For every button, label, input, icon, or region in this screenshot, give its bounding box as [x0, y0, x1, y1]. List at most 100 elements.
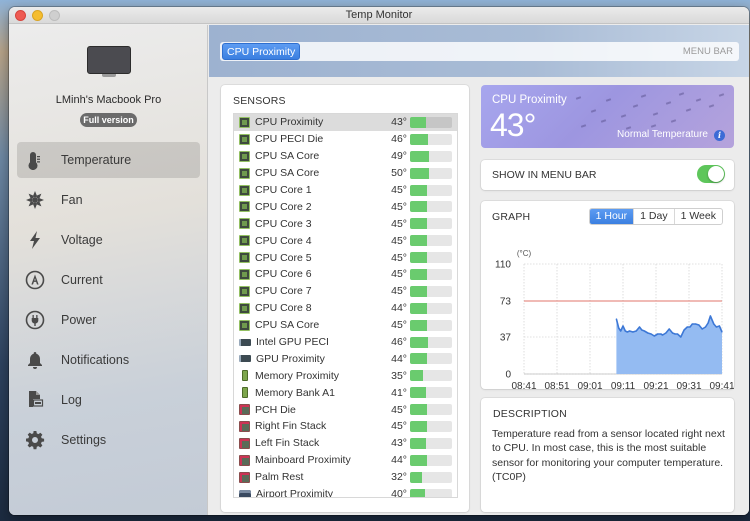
cpu-sensor-icon [239, 133, 250, 145]
data-point [653, 335, 655, 337]
device-name: LMinh's Macbook Pro [55, 94, 162, 106]
sensor-name: Left Fin Stack [255, 437, 320, 450]
sensor-name: CPU Proximity [255, 116, 324, 129]
sensor-value: 46° [391, 336, 407, 349]
sensor-row[interactable]: Mainboard Proximity 44° [234, 452, 457, 469]
menubar-token-field[interactable]: CPU Proximity MENU BAR [220, 42, 739, 61]
sensor-level-fill [410, 404, 428, 416]
bird-decoration [650, 124, 657, 128]
sensor-value: 45° [391, 319, 407, 332]
sensor-row[interactable]: CPU Core 1 45° [234, 182, 457, 199]
sidebar-item-current[interactable]: Current [17, 262, 200, 298]
data-point [668, 328, 670, 330]
sensor-row[interactable]: CPU Core 8 44° [234, 300, 457, 317]
sensor-name: Memory Bank A1 [255, 386, 335, 399]
sensor-value: 45° [391, 217, 407, 230]
data-point [707, 322, 709, 324]
menubar-label: MENU BAR [682, 46, 733, 57]
sensor-row[interactable]: CPU Core 3 45° [234, 215, 457, 232]
sensor-row[interactable]: CPU Core 4 45° [234, 232, 457, 249]
sensor-row[interactable]: CPU Core 6 45° [234, 266, 457, 283]
data-point [632, 331, 634, 333]
sensor-row[interactable]: Right Fin Stack 45° [234, 418, 457, 435]
ampere-icon [24, 269, 46, 291]
sidebar-item-temperature[interactable]: Temperature [17, 142, 200, 178]
sensor-value: 45° [391, 200, 407, 213]
show-in-menubar-toggle[interactable] [697, 165, 725, 183]
sensor-level-bar [410, 218, 452, 230]
sensor-name: Intel GPU PECI [256, 336, 329, 349]
sensor-value: 45° [391, 251, 407, 264]
sensor-row[interactable]: Intel GPU PECI 46° [234, 334, 457, 351]
sensor-level-bar [410, 150, 452, 162]
sensor-level-bar [410, 488, 452, 497]
sensor-level-fill [410, 420, 428, 432]
info-icon[interactable]: i [714, 130, 725, 141]
sensor-level-bar [410, 133, 452, 145]
cpu-sensor-icon [239, 116, 250, 128]
bird-decoration [575, 96, 582, 100]
minimize-button[interactable] [32, 10, 43, 21]
cpu-sensor-icon [239, 252, 250, 264]
sidebar-item-power[interactable]: Power [17, 302, 200, 338]
sensor-row[interactable]: CPU SA Core 45° [234, 317, 457, 334]
data-point [718, 325, 720, 327]
show-in-menubar-card: SHOW IN MENU BAR [481, 160, 734, 190]
sensor-name: Memory Proximity [255, 369, 340, 382]
data-point [650, 333, 652, 335]
sidebar-item-settings[interactable]: Settings [17, 422, 200, 458]
sensor-row[interactable]: GPU Proximity 44° [234, 350, 457, 367]
main-content: CPU Proximity MENU BAR SENSORS CPU Proxi… [209, 25, 749, 515]
sensor-name: CPU Core 3 [255, 217, 312, 230]
sensor-row[interactable]: CPU Proximity 43° [234, 114, 457, 131]
sensor-row[interactable]: Left Fin Stack 43° [234, 435, 457, 452]
sensor-row[interactable]: Airport Proximity 40° [234, 486, 457, 497]
sensor-row[interactable]: CPU SA Core 50° [234, 165, 457, 182]
sidebar-item-log[interactable]: Log [17, 382, 200, 418]
sensor-value: 45° [391, 420, 407, 433]
sensor-value: 44° [391, 454, 407, 467]
sensor-list[interactable]: CPU Proximity 43° CPU PECI Die 46° CPU SA Co… [233, 113, 458, 498]
sidebar-item-label: Voltage [61, 233, 103, 247]
gpu-sensor-icon [239, 338, 251, 346]
cpu-sensor-icon [239, 302, 250, 314]
sensor-row[interactable]: CPU Core 5 45° [234, 249, 457, 266]
sidebar-item-fan[interactable]: Fan [17, 182, 200, 218]
bird-decoration [652, 112, 659, 116]
sensor-row[interactable]: Memory Proximity 35° [234, 367, 457, 384]
sensor-row[interactable]: CPU PECI Die 46° [234, 131, 457, 148]
cpu-sensor-icon [239, 201, 250, 213]
window-title: Temp Monitor [345, 9, 413, 21]
sensor-level-fill [410, 285, 428, 297]
sensor-level-bar [410, 302, 452, 314]
bird-decoration [640, 94, 647, 98]
hero-temperature: 43° [490, 107, 536, 143]
close-button[interactable] [15, 10, 26, 21]
sensor-row[interactable]: Palm Rest 32° [234, 469, 457, 486]
graph-panel: GRAPH 1 Hour 1 Day 1 Week 08:41 08:51 09:0… [481, 201, 734, 389]
sensor-row[interactable]: PCH Die 45° [234, 401, 457, 418]
description-text: Temperature read from a sensor located r… [492, 428, 725, 483]
sensor-name: CPU SA Core [255, 319, 320, 332]
zoom-button[interactable] [49, 10, 60, 21]
sensor-name: Palm Rest [255, 471, 304, 484]
hero-sensor-name: CPU Proximity [492, 94, 567, 106]
window-controls [15, 10, 60, 21]
data-point [660, 333, 662, 335]
sensor-row[interactable]: CPU Core 7 45° [234, 283, 457, 300]
sensor-name: CPU PECI Die [255, 133, 324, 146]
sensor-name: CPU Core 1 [255, 184, 312, 196]
sensor-level-fill [410, 268, 428, 280]
board-sensor-icon [239, 471, 250, 483]
sensor-row[interactable]: CPU SA Core 49° [234, 148, 457, 165]
y-tick-label: 37 [500, 333, 512, 344]
sidebar-item-voltage[interactable]: Voltage [17, 222, 200, 258]
data-point [695, 323, 697, 325]
sensor-row[interactable]: CPU Core 2 45° [234, 198, 457, 215]
gear-icon [24, 429, 46, 451]
sidebar-item-label: Temperature [61, 153, 132, 167]
sidebar-item-notifications[interactable]: Notifications [17, 342, 200, 378]
sensor-row[interactable]: Memory Bank A1 41° [234, 384, 457, 401]
sensor-level-bar [410, 285, 452, 297]
menubar-chip-cpu-proximity[interactable]: CPU Proximity [222, 43, 301, 60]
